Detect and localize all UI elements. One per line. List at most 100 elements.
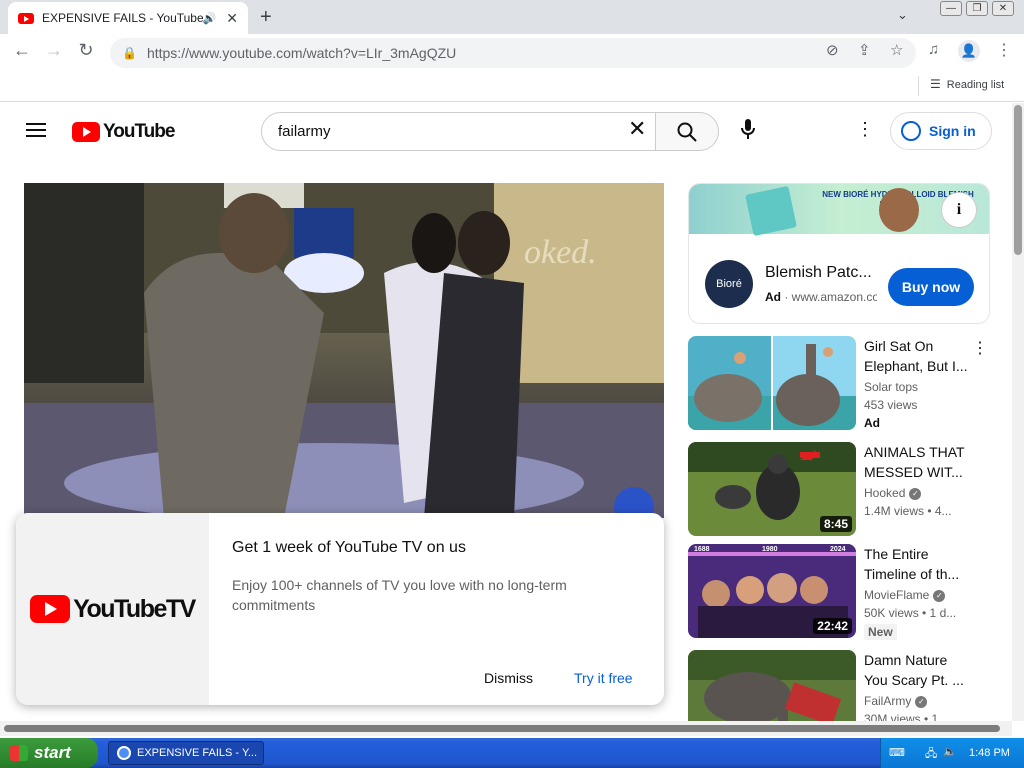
keyboard-icon[interactable]: ⌨ [889,746,905,759]
try-it-free-button[interactable]: Try it free [574,670,633,686]
reading-list-button[interactable]: ☰ Reading list [930,77,1004,91]
video-title[interactable]: ANIMALS THAT MESSED WIT... [864,442,974,482]
video-player[interactable]: oked. [24,183,664,518]
minimize-button[interactable]: — [940,1,962,16]
video-title[interactable]: The Entire Timeline of th... [864,544,974,584]
horizontal-scrollbar[interactable] [0,721,1012,736]
tab-title: EXPENSIVE FAILS - YouTube [42,11,203,25]
url-text[interactable]: https://www.youtube.com/watch?v=LIr_3mAg… [147,45,456,61]
back-arrow-icon[interactable]: ← [10,40,34,61]
thumb-year-1: 1688 [694,546,710,553]
youtube-favicon-icon [18,12,34,24]
taskbar-chrome-window[interactable]: EXPENSIVE FAILS - Y... [108,741,264,765]
windows-flag-icon [10,745,28,761]
view-count: 1.4M views • 4... [864,504,952,518]
promo-heading: Get 1 week of YouTube TV on us [232,539,466,556]
account-circle-icon [901,121,921,141]
window-controls: — ❐ ✕ [940,1,1014,16]
windows-taskbar: start EXPENSIVE FAILS - Y... ⌨ 🖧 🔈 1:48 … [0,738,1024,768]
product-box-image [745,185,797,237]
clear-search-icon[interactable]: ✕ [628,116,646,142]
ad-source-line: Ad · www.amazon.co [765,290,877,304]
video-thumbnail[interactable] [688,336,856,430]
system-tray: ⌨ 🖧 🔈 1:48 PM [880,738,1024,768]
volume-icon[interactable]: 🔈 [943,745,957,758]
video-thumbnail[interactable] [688,650,856,721]
audio-playing-icon[interactable]: 🔊 [203,12,217,25]
search-button[interactable] [655,112,719,151]
address-bar[interactable]: 🔒 https://www.youtube.com/watch?v=LIr_3m… [110,38,916,68]
video-thumbnail[interactable]: 8:45 [688,442,856,536]
browser-menu-icon[interactable]: ⋮ [996,40,1012,60]
new-badge: New [864,624,897,640]
forward-arrow-icon[interactable]: → [42,40,66,61]
bookmark-star-icon[interactable]: ☆ [890,41,903,59]
video-frame: oked. [24,183,664,518]
recommended-video[interactable]: Damn Nature You Scary Pt. ... FailArmy ✓ … [688,650,992,721]
video-thumbnail[interactable]: 1688 1980 2024 22:42 [688,544,856,638]
thumb-year-3: 2024 [830,546,846,553]
youtube-tv-play-icon [30,595,71,623]
video-duration: 22:42 [813,618,852,634]
start-button[interactable]: start [0,738,98,768]
view-count: 50K views • 1 d... [864,606,957,620]
youtube-tv-promo-dialog: YouTubeTV Get 1 week of YouTube TV on us… [16,513,664,705]
vertical-scroll-thumb[interactable] [1014,105,1022,255]
vertical-scrollbar[interactable] [1012,103,1024,721]
browser-tab[interactable]: EXPENSIVE FAILS - YouTube 🔊 ✕ [8,2,248,34]
restore-button[interactable]: ❐ [966,1,988,16]
verified-check-icon: ✓ [933,589,946,602]
buy-now-button[interactable]: Buy now [888,268,974,306]
video-title[interactable]: Girl Sat On Elephant, But I... [864,336,974,376]
recommended-video[interactable]: Girl Sat On Elephant, But I... Solar top… [688,336,992,432]
channel-name[interactable]: Solar tops [864,380,974,394]
tab-search-chevron-icon[interactable]: ⌄ [897,7,908,23]
clock[interactable]: 1:48 PM [969,747,1010,759]
tab-close-icon[interactable]: ✕ [226,10,238,27]
reading-list-icon: ☰ [930,77,941,91]
channel-name[interactable]: FailArmy ✓ [864,694,974,708]
ad-label: Ad [864,416,880,430]
network-icon[interactable]: 🖧 [925,745,937,764]
recommended-video[interactable]: 8:45 ANIMALS THAT MESSED WIT... Hooked ✓ … [688,442,992,538]
share-icon[interactable]: ⇪ [858,41,871,59]
chrome-icon [117,746,131,760]
video-title[interactable]: Damn Nature You Scary Pt. ... [864,650,974,690]
ad-person-image [879,188,919,232]
ad-title[interactable]: Blemish Patc... [765,264,872,282]
hamburger-menu-icon[interactable] [26,123,46,137]
search-input[interactable]: failarmy [261,112,656,151]
close-window-button[interactable]: ✕ [992,1,1014,16]
recommended-video[interactable]: 1688 1980 2024 22:42 The Entire Timeline… [688,544,992,640]
channel-name[interactable]: Hooked ✓ [864,486,974,500]
view-count: 453 views [864,398,918,412]
voice-search-button[interactable] [734,118,762,146]
media-control-icon[interactable]: ♫ [928,41,939,58]
browser-tab-strip: EXPENSIVE FAILS - YouTube 🔊 ✕ + ⌄ — ❐ ✕ [0,0,1024,34]
reload-icon[interactable]: ↻ [74,40,98,61]
dismiss-button[interactable]: Dismiss [484,670,533,686]
settings-kebab-icon[interactable]: ⋮ [856,119,874,140]
new-tab-button[interactable]: + [260,6,272,29]
ad-info-icon[interactable]: i [941,192,977,228]
microphone-icon [741,119,755,139]
tracking-eye-off-icon[interactable]: ⊘ [826,41,839,59]
channel-name[interactable]: MovieFlame ✓ [864,588,974,602]
youtube-logo[interactable]: YouTube [72,121,175,143]
elephant-girl-thumbnail-image [688,336,856,430]
bookmarks-bar: ☰ Reading list [0,70,1024,102]
verified-check-icon: ✓ [915,695,928,708]
lock-icon[interactable]: 🔒 [122,46,137,60]
video-more-options-icon[interactable]: ⋮ [972,338,988,358]
elephant-truck-thumbnail-image [688,650,856,721]
youtube-tv-logo: YouTubeTV [16,513,209,705]
advertiser-avatar[interactable]: Bioré [705,260,753,308]
svg-text:oked.: oked. [524,234,597,271]
horizontal-scroll-thumb[interactable] [4,725,1000,732]
search-icon [677,122,697,142]
profile-avatar-icon[interactable]: 👤 [958,40,980,62]
sign-in-button[interactable]: Sign in [890,112,992,150]
sponsored-ad-card[interactable]: NEW BIORÉ HYDROCOLLOID BLEMISH PATCHES i… [688,183,990,324]
bookmarks-divider [918,76,919,96]
video-duration: 8:45 [819,516,852,532]
